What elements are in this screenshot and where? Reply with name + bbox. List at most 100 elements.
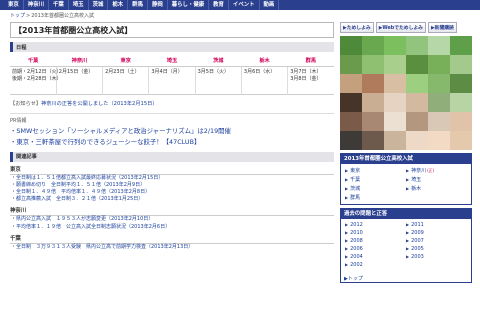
exam-region-link[interactable]: ▶ 栃木 <box>406 185 467 192</box>
ad-tile <box>340 74 362 93</box>
related-article-link[interactable]: ・県内公立高入試 １９５３人が志願変更（2013年2月10日） <box>11 216 334 223</box>
nav-item[interactable]: 群馬 <box>128 0 148 10</box>
ad-tile <box>362 74 384 93</box>
ad-tile <box>362 36 384 55</box>
exam-region-link[interactable]: ▶ 千葉 <box>345 176 406 183</box>
exam-region-label: 群馬 <box>350 195 361 201</box>
share-button[interactable]: ▶ためしよみ <box>340 22 374 33</box>
schedule-date-cell: 3月6日（水） <box>241 66 289 94</box>
past-exam-year-label: 2012 <box>350 222 363 228</box>
triangle-right-icon: ▶ <box>345 254 349 259</box>
past-exam-year-link[interactable]: ▶ 2004 <box>345 254 406 260</box>
share-button[interactable]: ▶新聞購読 <box>427 22 457 33</box>
related-article-link[interactable]: ・全日制 ３万９３１３人受験 県内公立高で前期学力検査（2013年2月13日） <box>11 244 334 251</box>
related-group-title: 神奈川 <box>10 206 334 217</box>
past-exam-year-link[interactable]: ▶ 2007 <box>406 238 467 244</box>
nav-item[interactable]: 動画 <box>260 0 280 10</box>
related-article-link[interactable]: ・平均倍率１．１９倍 公立高入試全日制志願状況（2013年2月6日） <box>11 224 334 231</box>
ad-tile <box>406 55 428 74</box>
ad-tile <box>362 112 384 131</box>
triangle-right-icon: ▶ <box>345 238 349 243</box>
triangle-right-icon: ▶ <box>406 254 410 259</box>
pr-link[interactable]: ・東京・三軒茶屋で行列のできるジューシーな餃子！【47CLUB】 <box>10 137 334 146</box>
triangle-right-icon: ▶ <box>406 168 410 173</box>
triangle-right-icon: ▶ <box>406 177 410 182</box>
nav-item[interactable]: 教育 <box>209 0 229 10</box>
breadcrumb-separator: > <box>26 13 31 19</box>
nav-item[interactable]: 栃木 <box>108 0 129 10</box>
related-group-title: 千葉 <box>10 234 334 244</box>
advertisement-banner[interactable] <box>340 36 472 150</box>
schedule-date-cell: 前期・2月12日（火） 後期・2月28日（木） <box>10 66 62 94</box>
related-article-link[interactable]: ・全日制は１．５１倍都立高入試最終応募状況（2013年2月15日） <box>11 175 334 182</box>
triangle-right-icon: ▶ <box>345 262 349 267</box>
past-exam-year-link[interactable]: ▶ 2002 <box>345 262 406 268</box>
past-exam-year-link[interactable]: ▶ 2008 <box>345 238 406 244</box>
ad-tile <box>384 112 406 131</box>
pr-heading: PR情報 <box>10 117 27 124</box>
past-exams-panel: 過去の問題と正答 ▶ 2012 ▶ 2011 ▶ 2010 ▶ 2009 ▶ 2008 ▶ 2007 ▶… <box>340 208 472 283</box>
related-article-link[interactable]: ・都立高推薦入試 全日制３．２１倍（2013年1月25日） <box>11 196 334 203</box>
exam-region-link[interactable]: ▶ 群馬 <box>345 194 406 201</box>
past-exam-year-link[interactable]: ▶ 2012 <box>345 222 406 228</box>
past-exam-year-link[interactable]: ▶ 2009 <box>406 230 467 236</box>
ad-tile <box>362 131 384 150</box>
exam-region-link[interactable]: ▶ 埼玉 <box>406 176 467 183</box>
past-exam-year-link[interactable]: ▶ 2003 <box>406 254 467 260</box>
past-exam-year-label: 2009 <box>411 230 424 236</box>
nav-item[interactable]: イベント <box>229 0 260 10</box>
pr-link[interactable]: ・SMWセッション「ソーシャルメディアと政治ジャーナリズム」は2/19開催 <box>10 126 334 135</box>
ad-tile <box>450 112 472 131</box>
share-button[interactable]: ▶Webでためしよみ <box>375 22 426 33</box>
past-exam-year-link[interactable]: ▶ 2010 <box>345 230 406 236</box>
breadcrumb-current: 2013年首都圏公立高校入試 <box>31 13 94 19</box>
triangle-right-icon: ▶ <box>406 246 410 251</box>
schedule-date-cell: 3月4日（月） <box>148 66 196 94</box>
breadcrumb-home-link[interactable]: トップ <box>10 13 25 19</box>
past-exam-year-label: 2006 <box>350 246 363 252</box>
ad-tile <box>450 36 472 55</box>
nav-item[interactable]: 千葉 <box>49 0 69 10</box>
triangle-right-icon: ▶ <box>345 186 349 191</box>
nav-item[interactable]: 静岡 <box>148 0 168 10</box>
related-group: 神奈川 ・県内公立高入試 １９５３人が志願変更（2013年2月10日） ・平均倍率１… <box>10 206 334 230</box>
triangle-right-icon: ▶ <box>406 186 410 191</box>
nav-item[interactable]: 神奈川 <box>24 0 49 10</box>
back-to-top-link[interactable]: ▶トップ <box>341 275 471 282</box>
nav-item[interactable]: 茨城 <box>89 0 109 10</box>
schedule-section-heading: 日程 <box>10 42 334 52</box>
schedule-header-cell: 埼玉 <box>148 55 196 67</box>
exam-region-panel: 2013年首都圏公立高校入試 ▶ 東京 ▶ 神奈川(正) ▶ 千葉 ▶ 埼玉 ▶ 茨城 ▶ 栃木 ▶ 群馬 <box>340 153 472 205</box>
notice: 【お知らせ】神奈川の正答を公開しました（2013年2月15日） <box>10 100 334 107</box>
nav-item[interactable]: 暮らし・健康 <box>168 0 210 10</box>
schedule-date-cell: 3月5日（火） <box>195 66 242 94</box>
exam-region-label: 神奈川 <box>411 168 427 174</box>
exam-region-link[interactable]: ▶ 東京 <box>345 167 406 174</box>
related-group: 千葉 ・全日制 ３万９３１３人受験 県内公立高で前期学力検査（2013年2月13日… <box>10 234 334 251</box>
exam-region-label: 東京 <box>350 168 361 174</box>
exam-region-link[interactable]: ▶ 茨城 <box>345 185 406 192</box>
past-exam-year-label: 2003 <box>411 254 424 260</box>
ad-tile <box>406 112 428 131</box>
ad-tile <box>384 36 406 55</box>
past-exam-year-link[interactable]: ▶ 2006 <box>345 246 406 252</box>
ad-tile <box>428 74 450 93</box>
triangle-right-icon: ▶ <box>345 230 349 235</box>
schedule-header-cell: 栃木 <box>241 55 288 67</box>
past-exam-year-link[interactable]: ▶ 2011 <box>406 222 467 228</box>
past-exams-panel-title: 過去の問題と正答 <box>341 209 471 219</box>
triangle-right-icon: ▶ <box>345 222 349 227</box>
related-article-link[interactable]: ・願書締め切り 全日制平均１．５１倍（2013年2月9日） <box>11 182 334 189</box>
nav-item[interactable]: 埼玉 <box>69 0 89 10</box>
ad-tile <box>406 93 428 112</box>
nav-item[interactable]: 東京 <box>4 0 24 10</box>
notice-label: 【お知らせ】 <box>10 100 42 107</box>
subscription-buttons: ▶ためしよみ ▶Webでためしよみ ▶新聞購読 <box>340 22 472 33</box>
answer-badge: (正) <box>427 168 435 173</box>
ad-tile <box>384 55 406 74</box>
exam-region-link[interactable]: ▶ 神奈川(正) <box>406 167 467 174</box>
past-exam-year-link[interactable]: ▶ 2005 <box>406 246 467 252</box>
ad-tile <box>340 131 362 150</box>
exam-region-label: 千葉 <box>350 177 361 183</box>
notice-link[interactable]: 神奈川の正答を公開しました（2013年2月15日） <box>41 101 157 107</box>
